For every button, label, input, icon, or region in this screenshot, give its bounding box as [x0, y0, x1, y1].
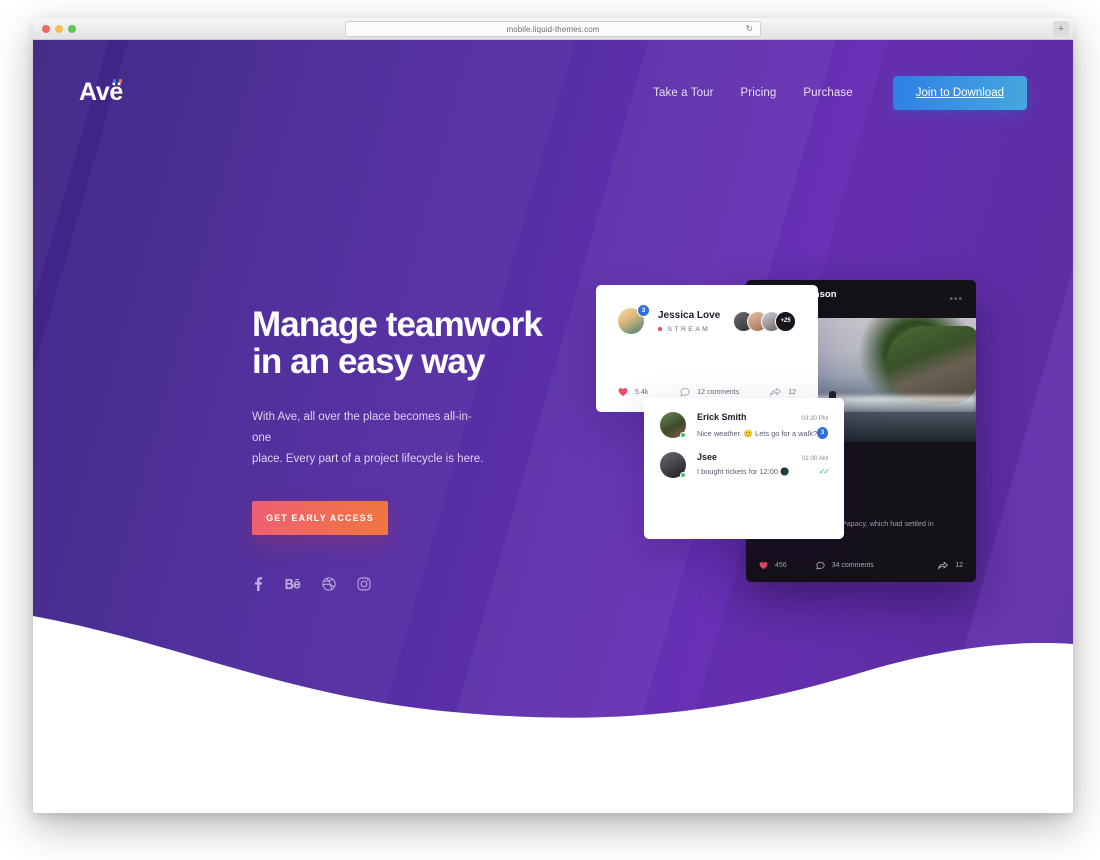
- share-icon: [770, 387, 782, 397]
- comment-action[interactable]: 12 comments: [680, 387, 739, 397]
- more-options-icon[interactable]: •••: [949, 294, 963, 305]
- hero-title: Manage teamwork in an easy way: [252, 305, 543, 382]
- navbar-right: Take a Tour Pricing Purchase Join to Dow…: [653, 75, 1027, 110]
- chat-message-text: I bought tickets for 12:00 🌑: [697, 467, 790, 476]
- site-navbar: Avë Take a Tour Pricing Purchase Join to…: [33, 40, 1073, 145]
- reload-icon[interactable]: ↻: [745, 24, 753, 34]
- traffic-light-buttons: [42, 24, 76, 33]
- nav-link-pricing[interactable]: Pricing: [741, 87, 777, 99]
- heart-icon: [759, 561, 768, 569]
- join-to-download-button[interactable]: Join to Download: [892, 75, 1027, 110]
- browser-window: mobile.liquid-themes.com ↻ + Avë Take a …: [33, 18, 1073, 813]
- address-bar[interactable]: mobile.liquid-themes.com ↻: [345, 21, 761, 37]
- chat-sender-name: Erick Smith: [697, 412, 747, 422]
- instagram-icon[interactable]: [357, 577, 371, 596]
- share-count: 12: [955, 561, 963, 569]
- page-below-fold: [33, 740, 1073, 813]
- hero-subtitle: With Ave, all over the place becomes all…: [252, 410, 484, 466]
- online-status-icon: [680, 432, 686, 438]
- site-logo[interactable]: Avë: [79, 79, 123, 105]
- comment-action[interactable]: 34 comments: [815, 561, 874, 570]
- chat-card[interactable]: Erick Smith 03:30 PM Nice weather. 🙂 Let…: [644, 398, 844, 539]
- comment-count: 12 comments: [697, 388, 740, 396]
- share-action[interactable]: 12: [938, 561, 963, 570]
- like-action[interactable]: 456: [759, 561, 787, 570]
- close-window-button[interactable]: [42, 24, 50, 33]
- chat-timestamp: 03:30 PM: [801, 415, 828, 422]
- comment-count: 34 comments: [831, 561, 874, 569]
- like-count: 456: [775, 561, 787, 569]
- chat-message-row[interactable]: Jsee 01:00 AM I bought tickets for 12:00…: [660, 452, 830, 478]
- share-action[interactable]: 12: [770, 387, 796, 397]
- cliff-shape: [886, 326, 976, 404]
- unread-badge: 3: [817, 427, 828, 439]
- chat-message-content: Erick Smith 03:30 PM Nice weather. 🙂 Let…: [697, 412, 828, 439]
- nav-link-purchase[interactable]: Purchase: [803, 87, 852, 99]
- stream-status-label: STREAM: [667, 325, 711, 333]
- share-icon: [938, 561, 949, 570]
- logo-umlaut-dots: [112, 79, 123, 83]
- dark-post-actions: 456 34 comments 12: [746, 548, 976, 582]
- read-receipt-icon: ✓✓: [818, 467, 830, 476]
- online-status-icon: [680, 472, 686, 478]
- social-links: [252, 576, 672, 596]
- chat-message-header: Jsee 01:00 AM: [697, 452, 828, 462]
- page-viewport: Avë Take a Tour Pricing Purchase Join to…: [33, 40, 1073, 813]
- participant-avatars[interactable]: +25: [733, 310, 796, 332]
- chat-timestamp: 01:00 AM: [801, 455, 828, 462]
- facebook-icon[interactable]: [252, 576, 264, 596]
- get-early-access-button[interactable]: GET EARLY ACCESS: [252, 500, 388, 535]
- comment-icon: [815, 561, 825, 569]
- chat-message-preview-row: I bought tickets for 12:00 🌑 ✓✓: [697, 467, 830, 476]
- browser-chrome-bar: mobile.liquid-themes.com ↻ +: [33, 18, 1073, 40]
- avatar-overflow-count: +25: [775, 310, 796, 332]
- zoom-window-button[interactable]: [68, 24, 76, 33]
- chat-message-row[interactable]: Erick Smith 03:30 PM Nice weather. 🙂 Let…: [660, 412, 828, 439]
- chat-message-preview-row: Nice weather. 🙂 Lets go for a walk? 3: [697, 427, 828, 439]
- chat-message-content: Jsee 01:00 AM I bought tickets for 12:00…: [697, 452, 830, 478]
- address-bar-url: mobile.liquid-themes.com: [506, 24, 600, 34]
- chat-message-header: Erick Smith 03:30 PM: [697, 412, 828, 422]
- minimize-window-button[interactable]: [55, 24, 63, 33]
- comment-icon: [680, 387, 690, 397]
- chat-message-text: Nice weather. 🙂 Lets go for a walk?: [697, 428, 818, 438]
- dribbble-icon[interactable]: [322, 577, 336, 596]
- hero-copy: Manage teamwork in an easy way With Ave,…: [252, 306, 672, 596]
- share-count: 12: [788, 388, 796, 396]
- behance-icon[interactable]: [285, 577, 301, 596]
- nav-link-take-a-tour[interactable]: Take a Tour: [653, 87, 713, 99]
- chat-sender-name: Jsee: [697, 452, 718, 462]
- new-tab-button[interactable]: +: [1053, 21, 1069, 37]
